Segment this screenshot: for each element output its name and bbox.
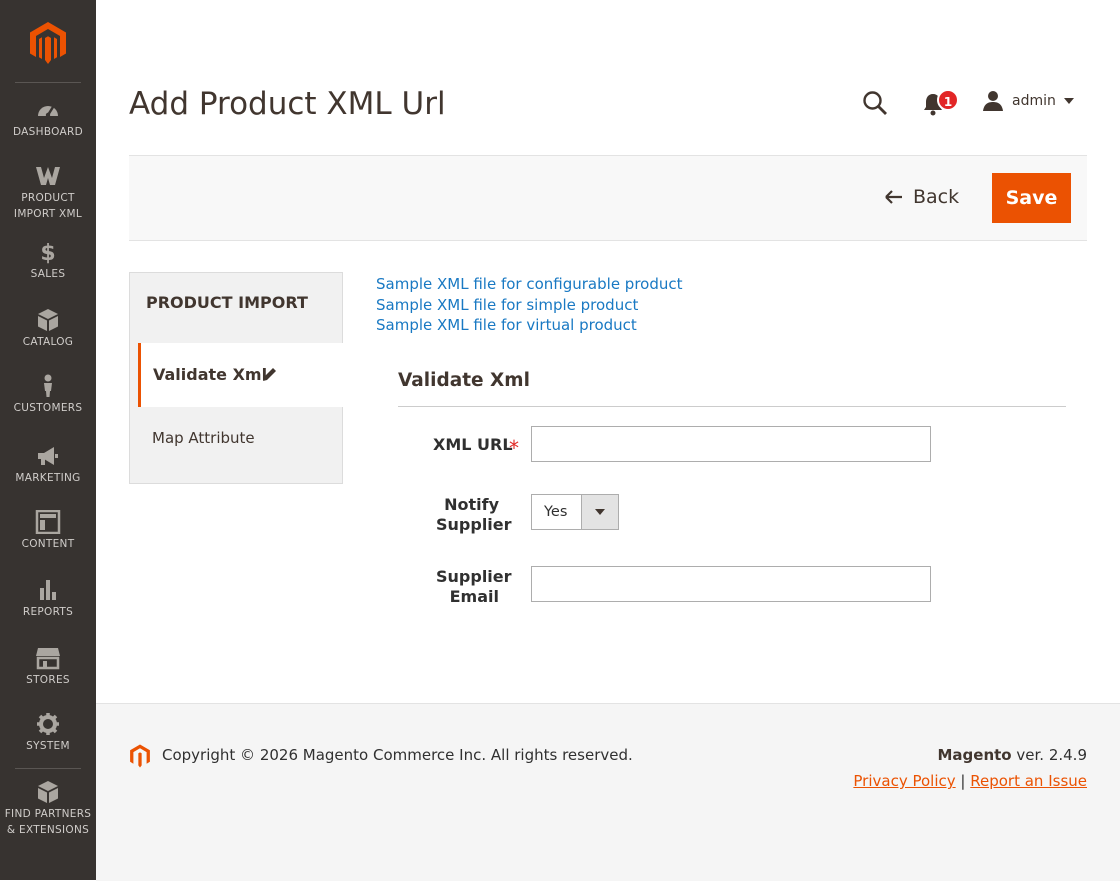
sidebar-item-system[interactable]: SYSTEM [0, 712, 96, 754]
sidebar-item-sales[interactable]: $ SALES [0, 240, 96, 282]
fieldset-divider [398, 406, 1066, 407]
user-icon [983, 91, 1003, 111]
magento-logo-icon [130, 744, 150, 768]
search-icon[interactable] [862, 90, 888, 116]
footer-separator: | [960, 772, 966, 790]
brand-name: Magento [937, 746, 1012, 764]
sidebar-item-find-partners[interactable]: FIND PARTNERS & EXTENSIONS [0, 780, 96, 838]
report-issue-link[interactable]: Report an Issue [970, 772, 1087, 790]
sidebar-item-customers[interactable]: CUSTOMERS [0, 374, 96, 416]
sidebar-divider [15, 82, 81, 83]
sidebar-item-catalog[interactable]: CATALOG [0, 308, 96, 350]
sidebar-item-label: PRODUCT IMPORT XML [13, 192, 83, 220]
layout-icon [35, 510, 61, 534]
pencil-icon [263, 368, 276, 381]
chevron-down-icon [1063, 98, 1074, 104]
sample-links: Sample XML file for configurable product… [376, 274, 683, 336]
sample-simple-link[interactable]: Sample XML file for simple product [376, 295, 683, 316]
user-name: admin [1012, 93, 1056, 109]
magento-logo-icon[interactable] [28, 22, 68, 64]
back-label: Back [913, 186, 960, 208]
footer-links: Privacy Policy | Report an Issue [853, 772, 1087, 790]
page-footer: Copyright © 2026 Magento Commerce Inc. A… [96, 703, 1120, 881]
save-button[interactable]: Save [992, 173, 1071, 223]
sample-configurable-link[interactable]: Sample XML file for configurable product [376, 274, 683, 295]
tab-validate-xml[interactable]: Validate Xml [138, 343, 343, 407]
privacy-policy-link[interactable]: Privacy Policy [853, 772, 955, 790]
store-icon [36, 648, 60, 670]
label-line: Supplier [436, 515, 512, 534]
copyright-text: Copyright © 2026 Magento Commerce Inc. A… [162, 746, 633, 764]
tabs-title: PRODUCT IMPORT [146, 293, 308, 312]
sidebar-item-reports[interactable]: REPORTS [0, 578, 96, 620]
label-line: Notify [444, 495, 499, 514]
dashboard-icon [38, 106, 58, 118]
sidebar-item-label: CUSTOMERS [13, 402, 83, 414]
select-arrow-icon [581, 495, 618, 529]
tab-map-attribute[interactable]: Map Attribute [152, 429, 255, 447]
sidebar-item-label: DASHBOARD [12, 126, 83, 138]
box-icon [38, 309, 58, 331]
sidebar-item-label: MARKETING [15, 472, 81, 484]
notify-supplier-select[interactable]: Yes [531, 494, 619, 530]
label-line: Email [449, 587, 499, 606]
sidebar-item-product-import-xml[interactable]: PRODUCT IMPORT XML [0, 164, 96, 222]
sidebar-item-label: STORES [26, 674, 70, 686]
user-account-menu[interactable]: admin [982, 88, 1074, 114]
svg-text:$: $ [40, 241, 55, 264]
sidebar-item-stores[interactable]: STORES [0, 646, 96, 688]
product-import-icon [36, 167, 60, 185]
label-line: Supplier [436, 567, 512, 586]
dollar-icon: $ [40, 241, 55, 264]
back-button[interactable]: Back [885, 186, 959, 208]
main-content: Add Product XML Url 1 admin Back Save PR… [96, 0, 1120, 881]
arrow-left-icon [885, 190, 902, 204]
sidebar-item-label: CATALOG [22, 336, 74, 348]
supplier-email-input[interactable] [531, 566, 931, 602]
xml-url-label: XML URL [433, 435, 513, 454]
sample-virtual-link[interactable]: Sample XML file for virtual product [376, 315, 683, 336]
person-icon [44, 374, 52, 397]
sidebar-item-dashboard[interactable]: DASHBOARD [0, 98, 96, 140]
sidebar-item-label: CONTENT [21, 538, 75, 550]
sidebar-item-content[interactable]: CONTENT [0, 510, 96, 552]
select-value: Yes [544, 504, 568, 520]
gear-icon [37, 713, 59, 735]
notify-supplier-label: Notify Supplier [436, 495, 512, 535]
product-import-tabs: PRODUCT IMPORT Validate Xml Map Attribut… [129, 272, 343, 484]
page-actions-bar: Back Save [129, 155, 1087, 241]
notification-count-badge[interactable]: 1 [937, 89, 959, 111]
tab-label: Validate Xml [153, 365, 268, 384]
version-number: ver. 2.4.9 [1011, 746, 1087, 764]
version-info: Magento ver. 2.4.9 [938, 746, 1088, 764]
page-title: Add Product XML Url [129, 86, 446, 122]
extensions-icon [38, 781, 58, 803]
sidebar-item-label: SALES [30, 268, 66, 280]
sidebar-item-marketing[interactable]: MARKETING [0, 444, 96, 486]
required-asterisk: * [509, 436, 519, 460]
fieldset-title: Validate Xml [398, 370, 530, 391]
sidebar-item-label: SYSTEM [26, 740, 70, 752]
megaphone-icon [38, 447, 58, 465]
bar-chart-icon [40, 580, 56, 600]
admin-sidebar: DASHBOARD PRODUCT IMPORT XML $ SALES CAT… [0, 0, 96, 880]
sidebar-item-label: REPORTS [22, 606, 74, 618]
sidebar-divider [15, 768, 81, 769]
xml-url-input[interactable] [531, 426, 931, 462]
supplier-email-label: Supplier Email [436, 567, 512, 607]
sidebar-item-label: FIND PARTNERS & EXTENSIONS [4, 808, 92, 836]
